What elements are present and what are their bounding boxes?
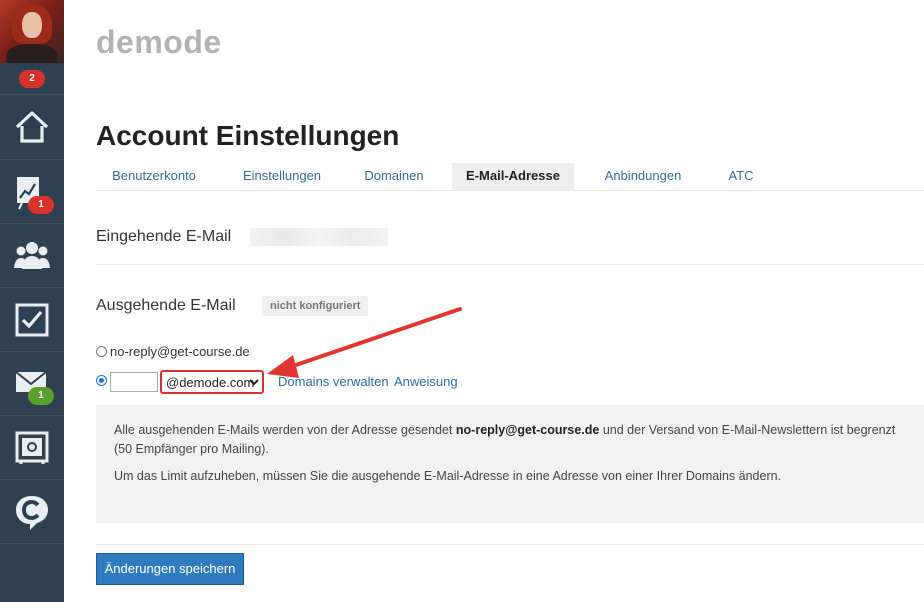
- tab-atc[interactable]: ATC: [712, 163, 770, 191]
- sidebar-item-safe[interactable]: [0, 416, 64, 480]
- notifications-row[interactable]: 2: [0, 63, 64, 95]
- avatar[interactable]: [0, 0, 64, 63]
- sidebar-item-users[interactable]: [0, 224, 64, 288]
- local-part-input[interactable]: [110, 372, 158, 392]
- tab-domainen[interactable]: Domainen: [352, 163, 436, 191]
- reports-badge: 1: [28, 196, 54, 214]
- info-paragraph-instructions: Um das Limit aufzuheben, müssen Sie die …: [114, 469, 782, 483]
- checkbox-icon: [15, 303, 49, 337]
- footer-divider: [96, 544, 924, 545]
- sidebar-item-mail[interactable]: 1: [0, 352, 64, 416]
- tab-email-adresse[interactable]: E-Mail-Adresse: [452, 163, 574, 191]
- sidebar-item-reports[interactable]: 1: [0, 160, 64, 224]
- radio-default-sender[interactable]: [96, 346, 107, 357]
- annotation-arrow: [267, 307, 462, 378]
- domain-select-value: @demode.com: [166, 375, 255, 390]
- page-title: Account Einstellungen: [96, 120, 400, 151]
- getcourse-logo-icon: [16, 496, 48, 530]
- sidebar-item-tasks[interactable]: [0, 288, 64, 352]
- section-divider: [96, 264, 924, 265]
- info-panel: Alle ausgehenden E-Mails werden von der …: [96, 405, 924, 523]
- sender-address: no-reply@get-course.de: [455, 423, 600, 437]
- notification-badge: 2: [19, 70, 45, 88]
- mail-badge: 1: [28, 387, 54, 405]
- settings-tabs: Benutzerkonto Einstellungen Domainen E-M…: [96, 163, 924, 191]
- home-icon: [15, 111, 49, 143]
- outgoing-email-title: Ausgehende E-Mail: [96, 297, 236, 314]
- default-sender-label: no-reply@get-course.de: [110, 344, 250, 359]
- info-paragraph-limit: Alle ausgehenden E-Mails werden von der …: [114, 423, 896, 456]
- safe-icon: [15, 431, 49, 464]
- tab-anbindungen[interactable]: Anbindungen: [590, 163, 696, 191]
- sidebar-item-getcourse[interactable]: [0, 480, 64, 544]
- incoming-email-value: [250, 228, 388, 246]
- save-button[interactable]: Änderungen speichern: [96, 553, 244, 585]
- incoming-email-title: Eingehende E-Mail: [96, 228, 232, 245]
- tab-einstellungen[interactable]: Einstellungen: [228, 163, 336, 191]
- domain-select[interactable]: @demode.com: [160, 370, 264, 394]
- sidebar-item-home[interactable]: [0, 96, 64, 160]
- users-icon: [14, 242, 50, 269]
- brand-title: demode: [96, 24, 222, 60]
- tab-benutzerkonto[interactable]: Benutzerkonto: [96, 163, 212, 191]
- sidebar: 2 1 1: [0, 0, 64, 602]
- radio-custom-sender[interactable]: [96, 375, 107, 386]
